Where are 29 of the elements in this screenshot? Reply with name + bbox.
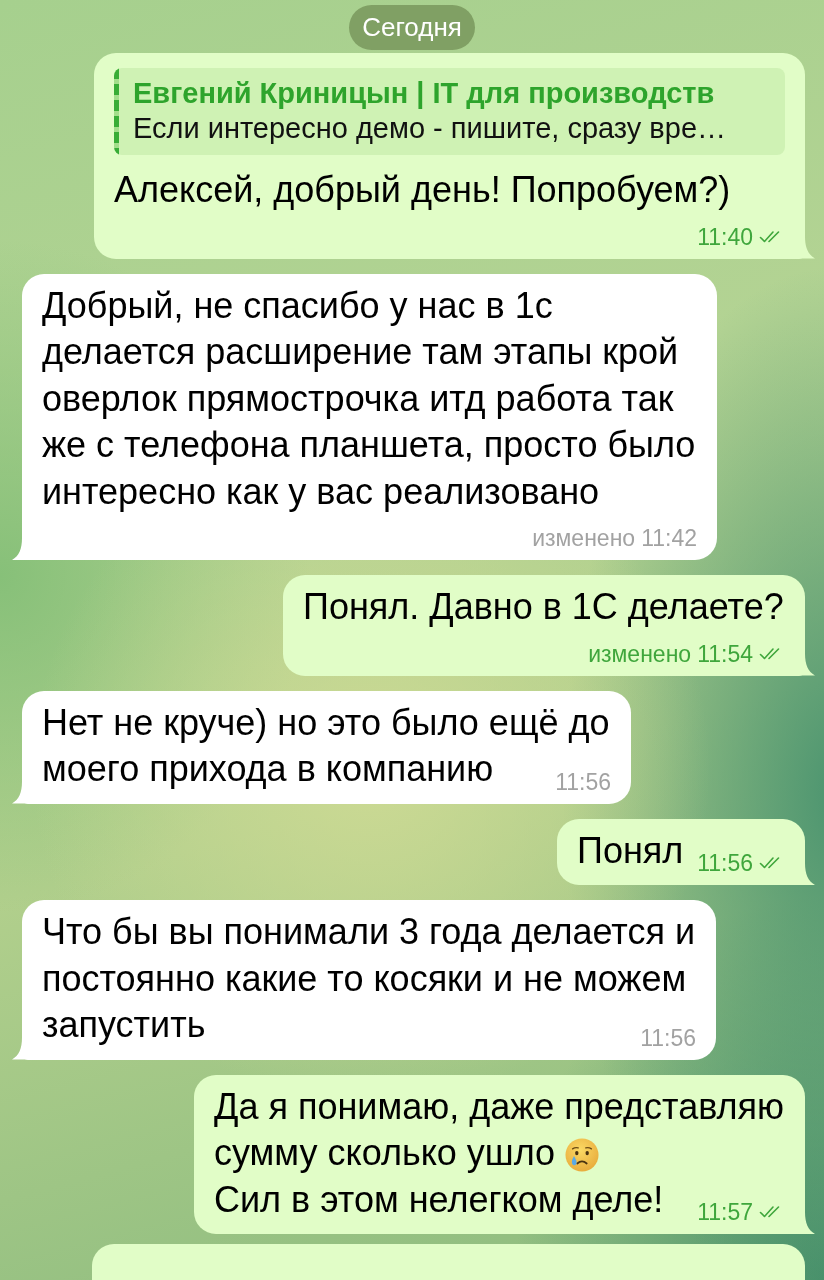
message-time: 11:42 bbox=[641, 527, 697, 549]
message-text: Да я понимаю, даже представляю bbox=[214, 1085, 784, 1127]
message-time: 11:56 bbox=[640, 1026, 696, 1049]
reply-text: Если интересно демо - пишите, сразу вре… bbox=[133, 111, 727, 146]
message-text: Понял. Давно в 1С делаете? bbox=[303, 586, 784, 627]
reply-quote[interactable]: Евгений Криницын | IT для производств Если интересно демо - пишите, сразу вре… bbox=[114, 68, 785, 155]
message-text: Сил в этом нелегком деле! bbox=[214, 1178, 664, 1220]
message-text: постоянно какие то косяки и не можем bbox=[42, 957, 687, 999]
message-text: Добрый, не спасибо у нас в 1с bbox=[42, 284, 553, 326]
message-text: моего прихода в компанию bbox=[42, 748, 494, 789]
date-pill: Сегодня bbox=[349, 5, 475, 50]
message-text: Что бы вы понимали 3 года делается и bbox=[42, 911, 695, 952]
message-text: делается расширение там этапы крой bbox=[42, 331, 679, 372]
message-text: Понял bbox=[577, 829, 684, 871]
edited-label: изменено bbox=[532, 527, 636, 549]
message-text: Нет не круче) но это было ещё до bbox=[42, 701, 610, 743]
message-time: 11:54 bbox=[697, 642, 753, 665]
message-time: 11:57 bbox=[697, 1201, 753, 1223]
message-time: 11:56 bbox=[555, 770, 611, 793]
message-time: 11:40 bbox=[697, 225, 753, 248]
edited-label: изменено bbox=[588, 642, 692, 665]
message-text: оверлок прямострочка итд работа так bbox=[42, 377, 674, 419]
message-text: же с телефона планшета, просто было bbox=[42, 424, 696, 465]
reply-author: Евгений Криницын | IT для производств bbox=[133, 76, 716, 111]
message-text: сумму сколько ушло bbox=[214, 1132, 556, 1173]
message-text: Алексей, добрый день! Попробуем?) bbox=[114, 169, 731, 210]
message-time: 11:56 bbox=[697, 852, 753, 874]
message-text: интересно как у вас реализовано bbox=[42, 470, 600, 512]
message-text: запустить bbox=[42, 1004, 206, 1045]
